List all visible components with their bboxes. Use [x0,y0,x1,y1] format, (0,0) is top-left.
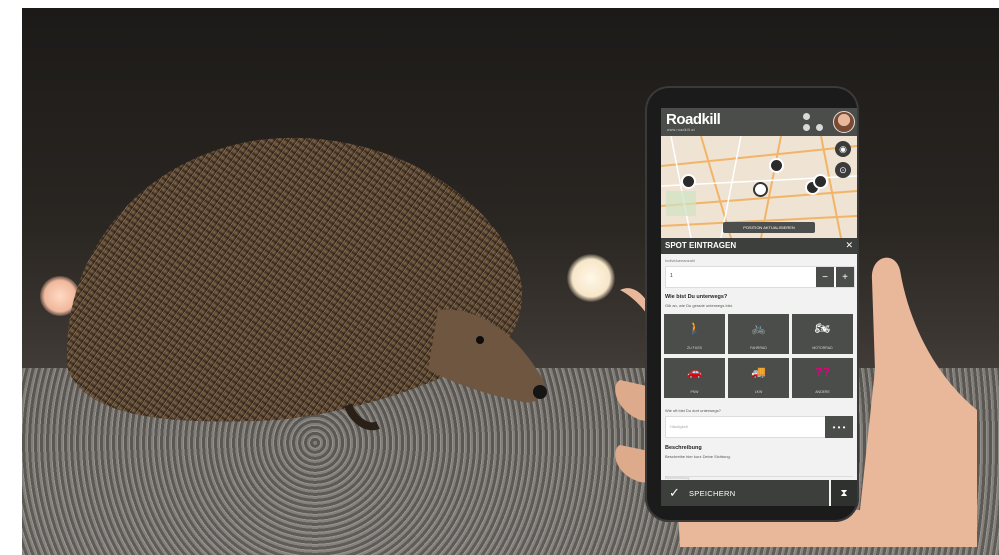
description-title: Beschreibung [665,445,702,451]
minus-button[interactable]: − [816,267,834,287]
travel-question: Wie bist Du unterwegs? [665,294,728,300]
count-value[interactable]: 1 [670,273,673,279]
app-header: Roadkill www.roadkill.at [661,108,857,136]
mode-label: ANDERE [815,390,830,394]
hourglass-icon[interactable]: ⧗ [831,480,857,506]
plus-button[interactable]: + [836,267,854,287]
location-icon[interactable] [803,113,810,120]
travel-hint: Gib an, wie Du gerade unterwegs bist. [665,303,733,308]
mode-label: FAHRRAD [750,346,767,350]
mode-bicycle[interactable]: 🚲 FAHRRAD [728,314,789,354]
map-view[interactable]: ◉ ⊙ POSITION AKTUALISIEREN [661,136,857,238]
mode-label: LKW [754,390,763,394]
mode-car[interactable]: 🚗 PKW [664,358,725,398]
mode-label: ZU FUSS [687,346,702,350]
mode-label: MOTORRAD [812,346,833,350]
question-icon: ?? [815,365,830,379]
description-hint: Beschreibe hier kurz Deine Sichtung. [665,454,731,459]
gps-target-icon[interactable]: ⊙ [835,162,851,178]
bicycle-icon: 🚲 [751,321,766,335]
mode-truck[interactable]: 🚚 LKW [728,358,789,398]
mode-other[interactable]: ?? ANDERE [792,358,853,398]
form-title-bar: SPOT EINTRAGEN ✕ [661,238,857,254]
bell-icon[interactable] [803,124,810,131]
update-position-button[interactable]: POSITION AKTUALISIEREN [723,222,815,233]
frequency-placeholder: Häufigkeit [670,424,688,429]
mode-label: PKW [690,390,699,394]
frequency-input[interactable]: Häufigkeit [665,416,829,438]
mode-walking[interactable]: 🚶 ZU FUSS [664,314,725,354]
save-label: SPEICHERN [689,489,736,498]
close-icon[interactable]: ✕ [845,240,853,251]
more-options-button[interactable]: • • • [825,416,853,438]
avatar[interactable] [833,111,855,133]
truck-icon: 🚚 [751,365,766,379]
app-url: www.roadkill.at [667,128,695,132]
walking-icon: 🚶 [687,321,702,335]
check-icon: ✓ [669,485,680,500]
count-label: Individuenanzahl [665,258,696,263]
description-input[interactable]: Beschreibung [665,466,853,480]
form-title: SPOT EINTRAGEN [665,241,737,250]
badge-icon[interactable] [816,124,823,131]
map-pin[interactable] [769,158,784,173]
binoculars-icon[interactable]: ◉ [835,141,851,157]
map-pin[interactable] [681,174,696,189]
app-logo: Roadkill [666,111,721,128]
map-pin[interactable] [813,174,828,189]
frequency-question: Wie oft bist Du dort unterwegs? [665,408,721,413]
car-icon: 🚗 [687,365,702,379]
save-button[interactable]: ✓ SPEICHERN [661,480,829,506]
app-screen: Roadkill www.roadkill.at ◉ ⊙ POSITION AK… [661,108,857,506]
count-stepper[interactable]: 1 − + [665,266,855,288]
current-location-marker [753,182,768,197]
motorcycle-icon: 🏍 [814,321,831,335]
hedgehog-image [67,137,547,431]
mode-motorcycle[interactable]: 🏍 MOTORRAD [792,314,853,354]
